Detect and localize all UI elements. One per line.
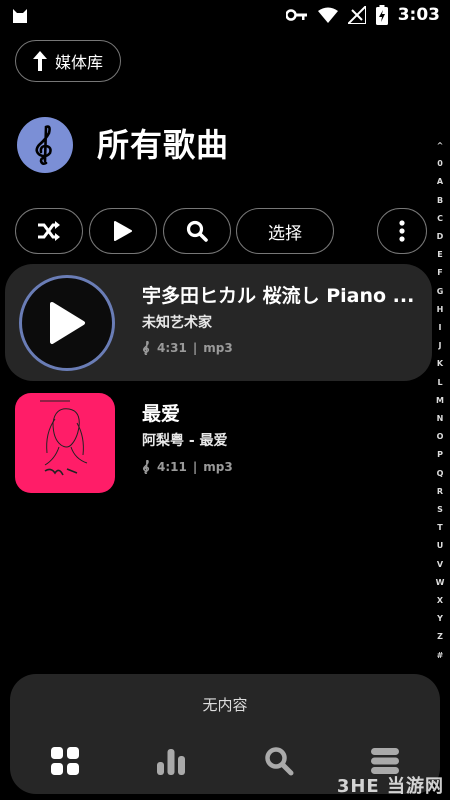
alpha-letter[interactable]: N — [437, 410, 444, 428]
song-controls: 选择 — [15, 208, 435, 254]
nav-library-grid[interactable] — [50, 746, 82, 778]
alpha-letter[interactable]: K — [437, 355, 443, 373]
status-bar: 3:03 — [0, 0, 450, 32]
alpha-letter[interactable]: D — [437, 228, 444, 246]
empty-queue-text: 无内容 — [202, 696, 248, 714]
song-format: mp3 — [203, 460, 233, 474]
song-item-playing[interactable]: 宇多田ヒカル 桜流し Piano ... 未知艺术家 4:31 | mp3 — [5, 264, 432, 381]
play-icon — [114, 221, 132, 241]
alpha-letter[interactable]: B — [437, 192, 443, 210]
watermark: 3HE 当游网 — [336, 776, 444, 797]
library-button-label: 媒体库 — [54, 53, 103, 72]
alpha-letter[interactable]: G — [437, 283, 444, 301]
nav-equalizer[interactable] — [156, 746, 188, 778]
alpha-letter[interactable]: # — [437, 647, 444, 665]
play-all-button[interactable] — [89, 208, 157, 254]
song-artist: 未知艺术家 — [142, 315, 212, 331]
song-artist: 阿梨粤 - 最爱 — [142, 433, 228, 449]
alpha-letter[interactable]: M — [436, 392, 444, 410]
alpha-letter[interactable]: O — [437, 428, 444, 446]
meta-separator: | — [192, 341, 198, 355]
page-title: 所有歌曲 — [97, 126, 230, 164]
alpha-letter[interactable]: X — [437, 592, 443, 610]
alpha-letter[interactable]: F — [437, 264, 442, 282]
song-item[interactable]: 最爱 阿梨粤 - 最爱 4:11 | mp3 — [5, 388, 432, 498]
treble-clef-icon — [142, 341, 150, 355]
alpha-letter[interactable]: T — [437, 519, 442, 537]
status-time: 3:03 — [397, 5, 440, 25]
signal-icon — [347, 6, 366, 24]
key-icon — [285, 8, 308, 22]
alpha-letter[interactable]: Z — [437, 628, 443, 646]
treble-clef-icon — [142, 460, 150, 474]
play-icon — [50, 302, 85, 344]
now-playing-art[interactable] — [19, 275, 115, 371]
alpha-letter[interactable]: J — [439, 337, 442, 355]
alpha-letter[interactable]: V — [437, 556, 443, 574]
alpha-letter[interactable]: S — [437, 501, 443, 519]
album-cover — [15, 393, 115, 493]
alpha-letter[interactable]: P — [437, 446, 443, 464]
wifi-icon — [317, 7, 338, 23]
alpha-letter[interactable]: A — [437, 173, 443, 191]
alpha-letter[interactable]: L — [437, 374, 442, 392]
alpha-letter[interactable]: E — [437, 246, 442, 264]
song-duration: 4:31 — [157, 341, 187, 355]
search-icon — [186, 220, 208, 242]
alpha-letter[interactable]: R — [437, 483, 443, 501]
alpha-letter[interactable]: 0 — [437, 155, 443, 173]
song-title: 宇多田ヒカル 桜流し Piano ... — [142, 285, 415, 307]
shuffle-button[interactable] — [15, 208, 83, 254]
more-options-button[interactable] — [377, 208, 427, 254]
alpha-letter[interactable]: H — [437, 301, 444, 319]
select-button[interactable]: 选择 — [236, 208, 334, 254]
song-meta: 4:31 | mp3 — [142, 341, 233, 355]
alpha-letter[interactable]: Q — [437, 465, 444, 483]
alpha-letter[interactable]: Y — [437, 610, 443, 628]
app-cat-icon — [10, 6, 30, 26]
grid-icon — [51, 747, 79, 775]
library-button[interactable]: 媒体库 — [15, 40, 121, 82]
shuffle-icon — [38, 221, 60, 241]
alpha-letter[interactable]: U — [437, 537, 444, 555]
song-meta: 4:11 | mp3 — [142, 460, 233, 474]
search-icon — [265, 747, 294, 776]
nav-search[interactable] — [264, 746, 296, 778]
alpha-letter[interactable]: C — [437, 210, 443, 228]
more-vertical-icon — [399, 220, 405, 242]
alpha-letter[interactable]: W — [436, 574, 445, 592]
alpha-letter[interactable]: ^ — [437, 137, 444, 155]
treble-clef-icon — [17, 117, 73, 173]
select-button-label: 选择 — [268, 223, 302, 244]
search-button[interactable] — [163, 208, 231, 254]
meta-separator: | — [192, 460, 198, 474]
song-duration: 4:11 — [157, 460, 187, 474]
song-title: 最爱 — [142, 403, 181, 425]
bar-chart-icon — [157, 749, 185, 775]
arrow-up-icon — [32, 51, 47, 71]
song-format: mp3 — [203, 341, 233, 355]
battery-icon — [375, 5, 388, 25]
alpha-letter[interactable]: I — [439, 319, 442, 337]
alphabet-index[interactable]: ^ 0 A B C D E F G H I J K L M N O P Q R … — [433, 137, 447, 665]
